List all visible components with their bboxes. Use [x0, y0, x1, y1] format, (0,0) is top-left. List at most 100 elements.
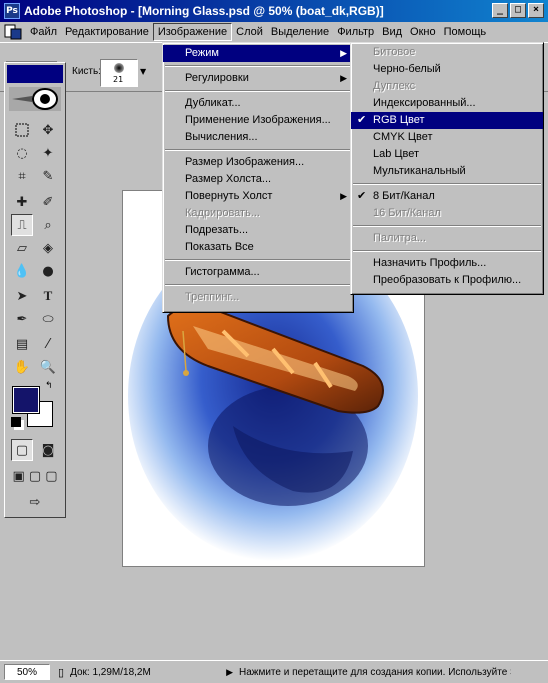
- screen-mode-icon[interactable]: ▣ ▢ ▢: [11, 465, 59, 487]
- menu-item-label: RGB Цвет: [373, 114, 425, 126]
- menu-item-assign-profile[interactable]: Назначить Профиль...: [351, 255, 543, 272]
- maximize-button[interactable]: □: [510, 3, 526, 18]
- document-icon[interactable]: [4, 24, 22, 40]
- menu-item-duplicate[interactable]: Дубликат...: [163, 95, 353, 112]
- menu-layer[interactable]: Слой: [232, 24, 267, 40]
- menu-item-canvas-size[interactable]: Размер Холста...: [163, 171, 353, 188]
- swap-colors-icon[interactable]: ↰: [45, 381, 53, 391]
- menu-item-histogram[interactable]: Гистограмма...: [163, 264, 353, 281]
- menu-select[interactable]: Выделение: [267, 24, 333, 40]
- photoshop-icon[interactable]: Ps: [4, 3, 20, 19]
- hand-icon[interactable]: ✋: [11, 356, 33, 378]
- menu-item-multichannel[interactable]: Мультиканальный: [351, 163, 543, 180]
- menu-item-convert-profile[interactable]: Преобразовать к Профилю...: [351, 272, 543, 289]
- menu-separator: [353, 250, 541, 252]
- menu-item-apply-image[interactable]: Применение Изображения...: [163, 112, 353, 129]
- menu-item-trap: Треппинг...: [185, 291, 240, 303]
- magic-wand-icon[interactable]: ✦: [37, 142, 59, 164]
- dodge-icon[interactable]: ●: [37, 260, 59, 282]
- menu-separator: [353, 183, 541, 185]
- move-icon[interactable]: ✥: [37, 119, 59, 141]
- menu-item-mode[interactable]: Режим ▶: [163, 45, 353, 62]
- clone-stamp-icon[interactable]: ⎍: [11, 214, 33, 236]
- checkmark-icon: ✔: [357, 114, 367, 126]
- menu-separator: [165, 259, 351, 261]
- submenu-arrow-icon: ▶: [340, 73, 347, 83]
- quick-mask-icon[interactable]: ◙: [37, 439, 59, 461]
- minimize-button[interactable]: _: [492, 3, 508, 18]
- menu-separator: [353, 225, 541, 227]
- menu-item-rgb[interactable]: ✔ RGB Цвет: [351, 112, 543, 129]
- menu-item-crop: Кадрировать...: [185, 207, 260, 219]
- status-bar: 50% ▯ Док: 1,29M/18,2M ▶ Нажмите и перет…: [0, 660, 548, 683]
- menu-image[interactable]: Изображение: [152, 23, 233, 41]
- menu-separator: [165, 284, 351, 286]
- menu-item-grayscale[interactable]: Черно-белый: [351, 61, 543, 78]
- menu-item-indexed[interactable]: Индексированный...: [351, 95, 543, 112]
- crop-icon[interactable]: ⌗: [11, 165, 33, 187]
- menu-file[interactable]: Файл: [26, 24, 61, 40]
- menu-item-bitmap: Битовое: [373, 46, 416, 58]
- eraser-icon[interactable]: ▱: [11, 237, 33, 259]
- menu-item-trim[interactable]: Подрезать...: [163, 222, 353, 239]
- menu-item-8bit[interactable]: ✔ 8 Бит/Канал: [351, 188, 543, 205]
- history-brush-icon[interactable]: ⌕: [37, 214, 59, 236]
- toolbox-header[interactable]: [7, 65, 63, 83]
- type-icon[interactable]: T: [37, 285, 59, 307]
- menu-item-reveal-all[interactable]: Показать Все: [163, 239, 353, 256]
- submenu-arrow-icon: ▶: [340, 191, 347, 201]
- slice-icon[interactable]: ✎: [37, 165, 59, 187]
- menu-item-label: 8 Бит/Канал: [373, 190, 435, 202]
- doc-info: Док: 1,29M/18,2M: [70, 666, 151, 678]
- notes-icon[interactable]: ▤: [11, 333, 33, 355]
- menu-window[interactable]: Окно: [406, 24, 440, 40]
- status-menu-arrow-icon[interactable]: ▶: [226, 667, 233, 678]
- menu-item-lab[interactable]: Lab Цвет: [351, 146, 543, 163]
- foreground-color-swatch[interactable]: [12, 386, 40, 414]
- menu-item-label: Повернуть Холст: [185, 190, 273, 202]
- menu-item-image-size[interactable]: Размер Изображения...: [163, 154, 353, 171]
- pen-icon[interactable]: ✒: [11, 308, 33, 330]
- shape-icon[interactable]: ⬭: [37, 308, 59, 330]
- mode-submenu: Битовое Черно-белый Дуплекс Индексирован…: [350, 42, 544, 295]
- jump-to-imageready-icon[interactable]: ⇨: [11, 491, 59, 513]
- menu-item-adjustments[interactable]: Регулировки ▶: [163, 70, 353, 87]
- brush-picker[interactable]: 21: [100, 59, 138, 87]
- menu-filter[interactable]: Фильтр: [333, 24, 378, 40]
- paint-bucket-icon[interactable]: ◈: [37, 237, 59, 259]
- eye-logo-icon: [9, 87, 61, 111]
- title-bar: Ps Adobe Photoshop - [Morning Glass.psd …: [0, 0, 548, 22]
- healing-brush-icon[interactable]: ✚: [11, 191, 33, 213]
- window-title: Adobe Photoshop - [Morning Glass.psd @ 5…: [24, 4, 384, 18]
- menu-item-calculations[interactable]: Вычисления...: [163, 129, 353, 146]
- menu-bar: Файл Редактирование Изображение Слой Выд…: [0, 22, 548, 42]
- brush-icon[interactable]: ✐: [37, 191, 59, 213]
- status-hint: Нажмите и перетащите для создания копии.…: [238, 666, 511, 678]
- chevron-down-icon[interactable]: ▼: [140, 67, 146, 76]
- menu-item-cmyk[interactable]: CMYK Цвет: [351, 129, 543, 146]
- marquee-icon[interactable]: [11, 119, 33, 141]
- image-menu: Режим ▶ Регулировки ▶ Дубликат... Применен…: [162, 42, 354, 313]
- menu-separator: [165, 149, 351, 151]
- menu-help[interactable]: Помощь: [440, 24, 491, 40]
- lasso-icon[interactable]: ◌: [11, 142, 33, 164]
- brush-size: 21: [113, 75, 124, 84]
- doc-size-icon[interactable]: ▯: [58, 666, 64, 679]
- close-button[interactable]: ×: [528, 3, 544, 18]
- checkmark-icon: ✔: [357, 190, 367, 202]
- menu-separator: [165, 90, 351, 92]
- brush-preview-icon: [114, 63, 124, 73]
- path-selection-icon[interactable]: ➤: [11, 285, 33, 307]
- submenu-arrow-icon: ▶: [340, 48, 347, 58]
- zoom-field[interactable]: 50%: [4, 664, 50, 680]
- default-colors-icon[interactable]: [11, 417, 21, 427]
- zoom-icon[interactable]: 🔍: [37, 356, 59, 378]
- standard-mode-icon[interactable]: ▢: [11, 439, 33, 461]
- menu-separator: [165, 65, 351, 67]
- blur-icon[interactable]: 💧: [11, 260, 33, 282]
- menu-item-duotone: Дуплекс: [373, 80, 416, 92]
- menu-item-rotate-canvas[interactable]: Повернуть Холст ▶: [163, 188, 353, 205]
- menu-edit[interactable]: Редактирование: [61, 24, 153, 40]
- eyedropper-icon[interactable]: ⁄: [37, 333, 59, 355]
- menu-view[interactable]: Вид: [378, 24, 406, 40]
